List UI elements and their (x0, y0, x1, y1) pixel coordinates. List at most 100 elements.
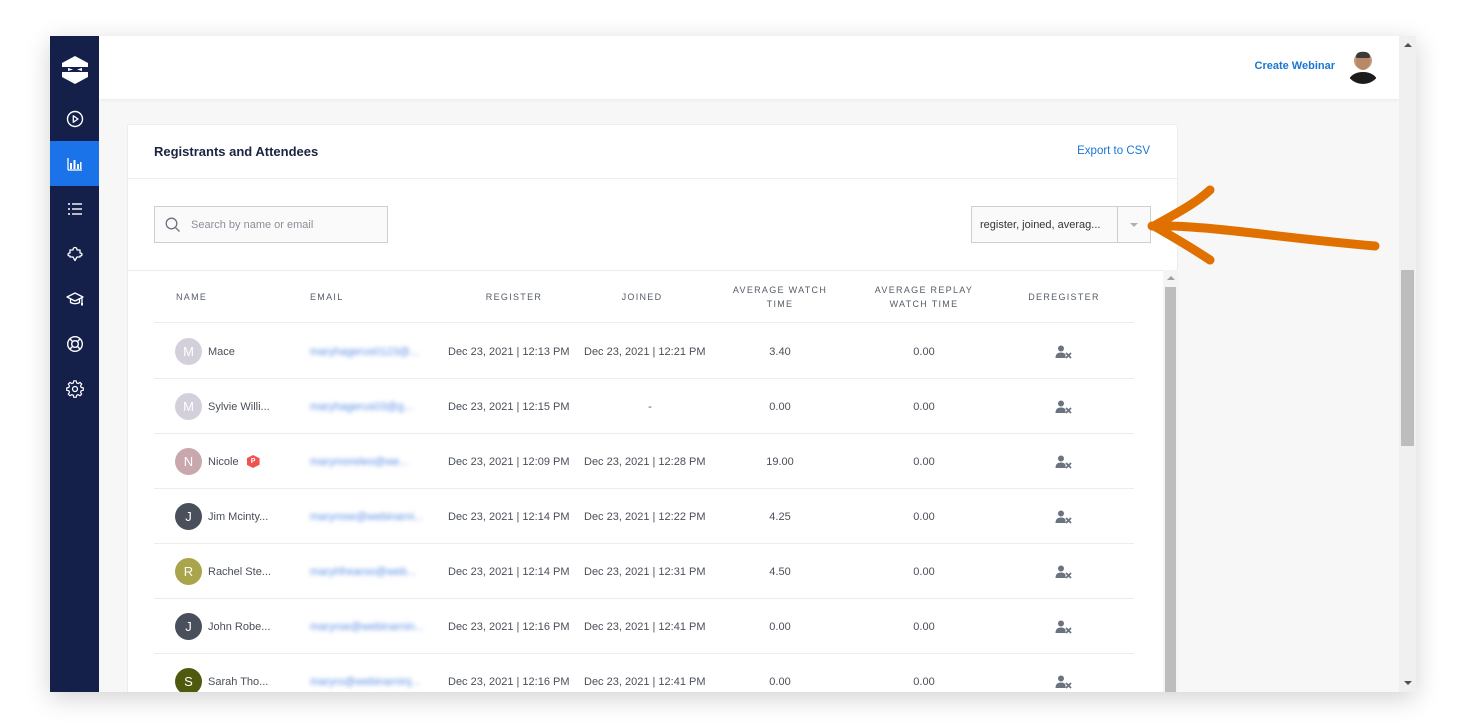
cell-register: Dec 23, 2021 | 12:16 PM (448, 654, 580, 692)
scroll-up-arrow-icon[interactable] (1404, 43, 1412, 47)
cell-average-watch-time: 4.50 (720, 544, 840, 599)
scrollbar-thumb[interactable] (1401, 270, 1414, 446)
cell-joined: Dec 23, 2021 | 12:41 PM (584, 599, 716, 654)
search-field[interactable] (154, 206, 388, 243)
header-average-watch-time[interactable]: AVERAGE WATCH TIME (720, 271, 840, 323)
cell-name: S Sarah Tho... (154, 654, 304, 692)
deregister-user-icon[interactable] (1055, 675, 1073, 689)
cell-deregister (1004, 434, 1124, 489)
export-csv-link[interactable]: Export to CSV (1077, 145, 1150, 157)
registrants-table: NAME EMAIL REGISTER JOINED AVERAGE WATCH… (128, 270, 1163, 692)
app-window: Create Webinar Registrants and Attendees… (50, 36, 1416, 692)
register-time: Dec 23, 2021 | 12:16 PM (448, 620, 570, 633)
table-row: M Sylvie Willi... maryhagerus03@g... Dec… (154, 379, 1134, 434)
average-watch-time: 4.50 (769, 565, 791, 578)
table-header: NAME EMAIL REGISTER JOINED AVERAGE WATCH… (154, 271, 1134, 323)
attendee-name[interactable]: Jim Mcinty... (208, 508, 268, 526)
register-time: Dec 23, 2021 | 12:16 PM (448, 675, 570, 688)
cell-joined: Dec 23, 2021 | 12:28 PM (584, 434, 716, 489)
create-webinar-link[interactable]: Create Webinar (1255, 60, 1336, 72)
attendee-email: maryhagerus0123@... (310, 345, 420, 358)
sidebar-item-analytics[interactable] (50, 141, 99, 186)
attendee-email: maryhfrearoo@web... (310, 565, 416, 578)
user-avatar[interactable] (1345, 48, 1381, 84)
ninja-logo-icon[interactable] (50, 50, 99, 90)
table-row: R Rachel Ste... maryhfrearoo@web... Dec … (154, 544, 1134, 599)
card-title: Registrants and Attendees (154, 144, 319, 159)
presenter-badge-icon: P (246, 455, 260, 468)
average-watch-time: 19.00 (766, 455, 794, 468)
table-row: M Mace maryhagerus0123@... Dec 23, 2021 … (154, 324, 1134, 379)
attendee-name[interactable]: Sarah Tho... (208, 673, 268, 691)
header-register[interactable]: REGISTER (448, 271, 580, 323)
search-input[interactable] (191, 218, 371, 231)
cell-average-replay-watch-time: 0.00 (854, 489, 994, 544)
cell-average-watch-time: 0.00 (720, 599, 840, 654)
bar-chart-icon (66, 157, 82, 171)
attendee-name[interactable]: John Robe... (208, 618, 270, 636)
annotation-arrow-icon (1147, 185, 1380, 265)
registrants-card: Registrants and Attendees Export to CSV … (127, 124, 1178, 692)
table-scrollbar-thumb[interactable] (1165, 287, 1176, 692)
scroll-down-arrow-icon[interactable] (1404, 681, 1412, 685)
average-watch-time: 3.40 (769, 345, 791, 358)
cell-average-replay-watch-time: 0.00 (854, 599, 994, 654)
sidebar-item-lists[interactable] (50, 186, 99, 231)
attendee-name[interactable]: Sylvie Willi... (208, 398, 270, 416)
deregister-user-icon[interactable] (1055, 345, 1073, 359)
sidebar-item-learning[interactable] (50, 276, 99, 321)
header-email[interactable]: EMAIL (310, 271, 344, 323)
columns-select-value: register, joined, averag... (980, 218, 1101, 231)
attendee-name[interactable]: Nicole (208, 453, 239, 471)
header-average-replay-watch-time[interactable]: AVERAGE REPLAY WATCH TIME (854, 271, 994, 323)
cell-name: M Mace (154, 324, 304, 379)
deregister-user-icon[interactable] (1055, 565, 1073, 579)
average-watch-time: 4.25 (769, 510, 791, 523)
avatar: J (175, 503, 202, 530)
average-watch-time: 0.00 (769, 400, 791, 413)
avatar: M (175, 393, 202, 420)
cell-email: marymoreleo@we... (310, 434, 442, 489)
cell-average-replay-watch-time: 0.00 (854, 324, 994, 379)
header-name[interactable]: NAME (176, 271, 207, 323)
puzzle-icon (66, 246, 83, 261)
table-scrollbar[interactable] (1163, 270, 1178, 692)
deregister-user-icon[interactable] (1055, 620, 1073, 634)
header-average-replay-line2: WATCH TIME (889, 299, 959, 309)
sidebar (50, 36, 99, 692)
columns-select[interactable]: register, joined, averag... (971, 206, 1151, 243)
cell-joined: Dec 23, 2021 | 12:21 PM (584, 324, 716, 379)
avatar: N (175, 448, 202, 475)
cell-average-replay-watch-time: 0.00 (854, 654, 994, 692)
table-row: J John Robe... maryroe@webinarnin... Dec… (154, 599, 1134, 654)
attendee-name[interactable]: Rachel Ste... (208, 563, 271, 581)
sidebar-item-support[interactable] (50, 321, 99, 366)
average-replay-watch-time: 0.00 (913, 345, 935, 358)
average-replay-watch-time: 0.00 (913, 620, 935, 633)
gear-icon (65, 379, 84, 398)
cell-joined: Dec 23, 2021 | 12:41 PM (584, 654, 716, 692)
cell-average-replay-watch-time: 0.00 (854, 434, 994, 489)
joined-time: Dec 23, 2021 | 12:31 PM (584, 565, 706, 578)
table-row: J Jim Mcinty... maryrose@webinarni... De… (154, 489, 1134, 544)
header-joined[interactable]: JOINED (584, 271, 700, 323)
cell-register: Dec 23, 2021 | 12:14 PM (448, 489, 580, 544)
deregister-user-icon[interactable] (1055, 455, 1073, 469)
cell-register: Dec 23, 2021 | 12:09 PM (448, 434, 580, 489)
graduation-cap-icon (65, 291, 84, 305)
deregister-user-icon[interactable] (1055, 400, 1073, 414)
page-scrollbar[interactable] (1399, 36, 1416, 692)
cell-name: J John Robe... (154, 599, 304, 654)
sidebar-item-integrations[interactable] (50, 231, 99, 276)
sidebar-item-settings[interactable] (50, 366, 99, 411)
sidebar-item-webinars[interactable] (50, 96, 99, 141)
attendee-name[interactable]: Mace (208, 343, 235, 361)
cell-email: maryroe@webinarnin... (310, 599, 442, 654)
deregister-user-icon[interactable] (1055, 510, 1073, 524)
cell-name: R Rachel Ste... (154, 544, 304, 599)
avatar: M (175, 338, 202, 365)
average-replay-watch-time: 0.00 (913, 675, 935, 688)
average-replay-watch-time: 0.00 (913, 565, 935, 578)
avatar: R (175, 558, 202, 585)
lifebuoy-icon (66, 335, 83, 352)
